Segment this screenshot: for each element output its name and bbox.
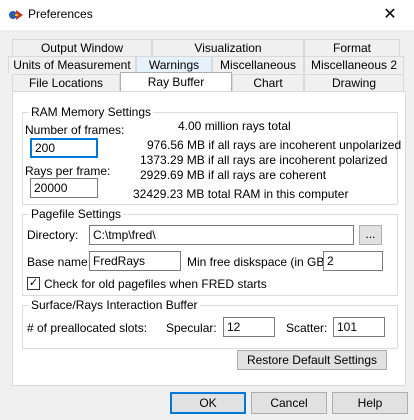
check-old-pagefiles-label: Check for old pagefiles when FRED starts xyxy=(44,277,267,291)
frames-input[interactable]: 200 xyxy=(30,138,98,158)
ray-buffer-panel: RAM Memory Settings Number of frames: 20… xyxy=(12,91,406,386)
tab-units-of-measurement[interactable]: Units of Measurement xyxy=(8,56,136,73)
scatter-input[interactable]: 101 xyxy=(333,317,385,337)
restore-defaults-button[interactable]: Restore Default Settings xyxy=(237,350,387,370)
pagefile-group-title: Pagefile Settings xyxy=(29,207,124,221)
browse-button[interactable]: ... xyxy=(359,225,382,245)
info-total-rays: 4.00 million rays total xyxy=(178,119,291,133)
preallocated-slots-label: # of preallocated slots: xyxy=(27,321,148,335)
tab-visualization[interactable]: Visualization xyxy=(152,39,304,56)
surface-rays-group: Surface/Rays Interaction Buffer # of pre… xyxy=(22,298,398,349)
min-free-diskspace-input[interactable]: 2 xyxy=(323,251,383,271)
info-coherent: 2929.69 MB if all rays are coherent xyxy=(140,168,327,182)
check-old-pagefiles-checkbox[interactable]: ✓ xyxy=(27,277,40,290)
ok-button[interactable]: OK xyxy=(170,392,246,414)
pagefile-group: Pagefile Settings Directory: C:\tmp\fred… xyxy=(22,207,398,296)
specular-label: Specular: xyxy=(166,321,217,335)
min-free-diskspace-label: Min free diskspace (in GB): xyxy=(187,255,332,269)
info-incoherent-unpolarized: 976.56 MB if all rays are incoherent unp… xyxy=(147,138,402,152)
tab-miscellaneous-2[interactable]: Miscellaneous 2 xyxy=(304,56,404,73)
base-name-input[interactable]: FredRays xyxy=(89,251,181,271)
frames-label: Number of frames: xyxy=(25,123,125,137)
title-bar: Preferences ✕ xyxy=(0,0,414,30)
info-total-ram: 32429.23 MB total RAM in this computer xyxy=(133,187,349,201)
directory-input[interactable]: C:\tmp\fred\ xyxy=(89,225,354,245)
tab-ray-buffer[interactable]: Ray Buffer xyxy=(120,72,232,91)
ram-group-title: RAM Memory Settings xyxy=(29,105,154,119)
tab-warnings[interactable]: Warnings xyxy=(136,56,212,73)
tab-file-locations[interactable]: File Locations xyxy=(12,74,120,91)
window-title: Preferences xyxy=(28,7,93,21)
base-name-label: Base name: xyxy=(27,255,92,269)
close-icon[interactable]: ✕ xyxy=(372,2,408,28)
info-incoherent-polarized: 1373.29 MB if all rays are incoherent po… xyxy=(140,153,388,167)
directory-label: Directory: xyxy=(27,228,79,242)
tab-chart[interactable]: Chart xyxy=(232,74,304,91)
ram-memory-group: RAM Memory Settings Number of frames: 20… xyxy=(22,105,402,205)
tab-miscellaneous[interactable]: Miscellaneous xyxy=(212,56,304,73)
specular-input[interactable]: 12 xyxy=(223,317,275,337)
app-icon xyxy=(9,10,23,20)
cancel-button[interactable]: Cancel xyxy=(251,392,327,414)
help-button[interactable]: Help xyxy=(332,392,408,414)
tab-drawing[interactable]: Drawing xyxy=(304,74,404,91)
scatter-label: Scatter: xyxy=(286,321,328,335)
tab-output-window[interactable]: Output Window xyxy=(12,39,152,56)
rays-per-frame-input[interactable]: 20000 xyxy=(30,178,98,198)
tab-format[interactable]: Format xyxy=(304,39,400,56)
surface-group-title: Surface/Rays Interaction Buffer xyxy=(29,298,200,312)
rays-per-frame-label: Rays per frame: xyxy=(25,164,111,178)
